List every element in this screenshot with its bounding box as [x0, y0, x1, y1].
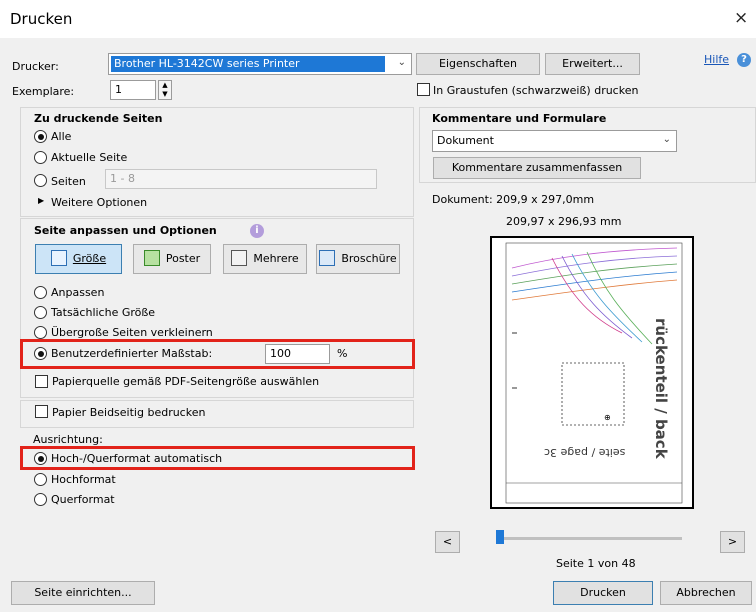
- radio-actual-size[interactable]: [34, 306, 47, 319]
- chevron-down-icon: ⌄: [397, 57, 406, 68]
- page-setup-button[interactable]: Seite einrichten...: [11, 581, 155, 605]
- radio-auto-orientation-label: Hoch-/Querformat automatisch: [51, 452, 223, 465]
- stepper-up-icon[interactable]: ▲: [159, 81, 171, 90]
- poster-toggle-button[interactable]: Poster: [133, 244, 211, 274]
- page-text-main: rückenteil / back: [652, 318, 670, 459]
- printer-value: Brother HL-3142CW series Printer: [111, 56, 385, 72]
- close-icon[interactable]: ×: [734, 8, 748, 28]
- copies-input[interactable]: 1: [110, 80, 156, 100]
- svg-text:⊕: ⊕: [604, 413, 611, 422]
- radio-shrink[interactable]: [34, 326, 47, 339]
- window-title: Drucken: [10, 10, 73, 28]
- cancel-button[interactable]: Abbrechen: [660, 581, 752, 605]
- paper-source-label: Papierquelle gemäß PDF-Seitengröße auswä…: [52, 375, 320, 388]
- duplex-label: Papier Beidseitig bedrucken: [52, 406, 206, 419]
- page-status: Seite 1 von 48: [556, 557, 636, 570]
- radio-current-label: Aktuelle Seite: [51, 151, 128, 164]
- expand-icon[interactable]: ▶: [38, 196, 44, 205]
- radio-all[interactable]: [34, 130, 47, 143]
- stepper-down-icon[interactable]: ▼: [159, 90, 171, 99]
- percent-label: %: [337, 347, 348, 360]
- poster-icon: [143, 250, 160, 266]
- help-icon[interactable]: ?: [737, 53, 751, 67]
- booklet-icon: [319, 250, 336, 266]
- page-slider-track[interactable]: [496, 537, 682, 540]
- pages-title: Zu druckende Seiten: [34, 112, 163, 125]
- radio-portrait-label: Hochformat: [51, 473, 116, 486]
- advanced-button[interactable]: Erweitert...: [545, 53, 640, 75]
- more-options-toggle[interactable]: Weitere Optionen: [51, 196, 147, 209]
- info-icon[interactable]: i: [250, 224, 264, 238]
- copies-stepper[interactable]: ▲ ▼: [158, 80, 172, 100]
- orientation-title: Ausrichtung:: [33, 433, 103, 446]
- radio-portrait[interactable]: [34, 473, 47, 486]
- page-text-sub: seite / page 3c: [544, 446, 626, 459]
- summarize-comments-button[interactable]: Kommentare zusammenfassen: [433, 157, 641, 179]
- booklet-toggle-button[interactable]: Broschüre: [316, 244, 400, 274]
- radio-current[interactable]: [34, 151, 47, 164]
- comments-value: Dokument: [437, 134, 494, 147]
- multiple-toggle-button[interactable]: Mehrere: [223, 244, 307, 274]
- page-slider-thumb[interactable]: [496, 530, 504, 544]
- help-link[interactable]: Hilfe: [704, 53, 729, 66]
- radio-custom-scale-label: Benutzerdefinierter Maßstab:: [51, 347, 213, 360]
- size-toggle-button[interactable]: Größe: [35, 244, 122, 274]
- copies-label: Exemplare:: [12, 85, 75, 98]
- radio-custom-scale[interactable]: [34, 347, 47, 360]
- radio-landscape-label: Querformat: [51, 493, 115, 506]
- radio-auto-orientation[interactable]: [34, 452, 47, 465]
- page-preview: ⊕ rückenteil / back seite / page 3c: [490, 236, 694, 509]
- radio-all-label: Alle: [51, 130, 72, 143]
- duplex-checkbox[interactable]: [35, 405, 48, 418]
- grayscale-checkbox[interactable]: [417, 83, 430, 96]
- prev-page-button[interactable]: <: [435, 531, 460, 553]
- chevron-down-icon: ⌄: [662, 134, 671, 145]
- next-page-button[interactable]: >: [720, 531, 745, 553]
- sizing-title: Seite anpassen und Optionen: [34, 224, 217, 237]
- properties-button[interactable]: Eigenschaften: [416, 53, 540, 75]
- page-size: 209,97 x 296,93 mm: [506, 215, 622, 228]
- radio-fit[interactable]: [34, 286, 47, 299]
- printer-select[interactable]: Brother HL-3142CW series Printer ⌄: [108, 53, 412, 75]
- comments-select[interactable]: Dokument ⌄: [432, 130, 677, 152]
- document-size: Dokument: 209,9 x 297,0mm: [432, 193, 595, 206]
- title-bar: [0, 0, 756, 38]
- printer-label: Drucker:: [12, 60, 59, 73]
- size-icon: [50, 250, 67, 266]
- radio-shrink-label: Übergroße Seiten verkleinern: [51, 326, 213, 339]
- comments-title: Kommentare und Formulare: [432, 112, 607, 125]
- scale-input[interactable]: 100: [265, 344, 330, 364]
- radio-pages[interactable]: [34, 174, 47, 187]
- multiple-icon: [231, 250, 248, 266]
- radio-pages-label: Seiten: [51, 175, 86, 188]
- print-button[interactable]: Drucken: [553, 581, 653, 605]
- page-range-input[interactable]: 1 - 8: [105, 169, 377, 189]
- radio-fit-label: Anpassen: [51, 286, 105, 299]
- radio-landscape[interactable]: [34, 493, 47, 506]
- paper-source-checkbox[interactable]: [35, 375, 48, 388]
- radio-actual-size-label: Tatsächliche Größe: [51, 306, 156, 319]
- grayscale-label: In Graustufen (schwarzweiß) drucken: [433, 84, 639, 97]
